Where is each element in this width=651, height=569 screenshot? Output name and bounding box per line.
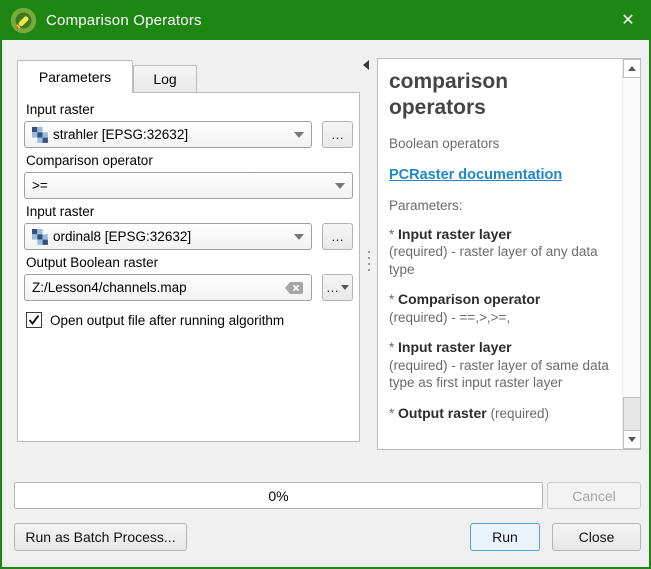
run-as-batch-button[interactable]: Run as Batch Process... <box>14 523 187 551</box>
help-panel: comparison operators Boolean operators P… <box>377 58 641 450</box>
triangle-down-icon <box>628 437 636 442</box>
help-item: * Output raster (required) <box>389 404 549 421</box>
scroll-up-button[interactable] <box>623 59 641 78</box>
help-item: * Comparison operator (required) - ==,>,… <box>389 290 541 325</box>
input-raster-1-label: Input raster <box>26 102 95 117</box>
splitter-collapse-icon[interactable] <box>363 60 369 70</box>
input-raster-1-select[interactable]: strahler [EPSG:32632] <box>24 121 312 148</box>
input-raster-1-browse-button[interactable]: … <box>322 121 353 148</box>
check-icon <box>28 314 40 325</box>
triangle-up-icon <box>628 66 636 71</box>
window-title: Comparison Operators <box>46 11 202 29</box>
cancel-button[interactable]: Cancel <box>547 482 641 509</box>
raster-layer-icon <box>32 126 48 143</box>
parameters-panel: Input raster strahler [EPSG:32632] … Com… <box>17 92 360 442</box>
chevron-down-icon <box>294 131 304 138</box>
raster-layer-icon <box>32 228 48 245</box>
progress-label: 0% <box>268 487 289 504</box>
input-raster-2-label: Input raster <box>26 204 95 219</box>
close-button[interactable]: ✕ <box>605 0 649 40</box>
tab-log[interactable]: Log <box>133 65 197 93</box>
help-item: * Input raster layer (required) - raster… <box>389 225 598 277</box>
comparison-operator-label: Comparison operator <box>26 153 153 168</box>
scrollbar-thumb[interactable] <box>623 397 641 431</box>
dialog-window: Comparison Operators ✕ Parameters Log In… <box>0 0 651 569</box>
tab-parameters[interactable]: Parameters <box>17 60 133 93</box>
scroll-down-button[interactable] <box>623 430 641 449</box>
help-subtitle: Boolean operators <box>389 135 500 151</box>
pcraster-documentation-link[interactable]: PCRaster documentation <box>389 167 562 183</box>
help-content: comparison operators Boolean operators P… <box>378 59 622 449</box>
output-raster-label: Output Boolean raster <box>26 255 159 270</box>
input-raster-2-browse-button[interactable]: … <box>322 223 353 250</box>
clear-text-icon[interactable] <box>284 281 304 295</box>
help-scrollbar[interactable] <box>622 59 641 449</box>
progress-bar: 0% <box>14 482 543 509</box>
input-raster-2-select[interactable]: ordinal8 [EPSG:32632] <box>24 223 312 250</box>
open-output-checkbox-row[interactable]: Open output file after running algorithm <box>26 312 351 328</box>
run-button[interactable]: Run <box>470 523 540 551</box>
chevron-down-icon <box>335 182 345 189</box>
chevron-down-icon <box>294 233 304 240</box>
output-path-field <box>24 274 312 301</box>
comparison-operator-select[interactable]: >= <box>24 172 353 199</box>
output-browse-button[interactable]: … <box>322 274 353 301</box>
input-raster-2-value: ordinal8 [EPSG:32632] <box>53 229 192 244</box>
close-icon: ✕ <box>621 12 635 29</box>
titlebar: Comparison Operators ✕ <box>2 0 649 40</box>
qgis-logo-icon <box>10 7 37 33</box>
close-dialog-button[interactable]: Close <box>552 523 641 551</box>
chevron-down-icon <box>341 285 349 290</box>
help-title: comparison operators <box>389 70 509 120</box>
open-output-checkbox[interactable] <box>26 312 42 328</box>
open-output-checkbox-label: Open output file after running algorithm <box>50 312 285 328</box>
input-raster-1-value: strahler [EPSG:32632] <box>53 127 189 142</box>
help-item: * Input raster layer (required) - raster… <box>389 339 609 391</box>
comparison-operator-value: >= <box>32 178 48 193</box>
help-parameters-heading: Parameters: <box>389 197 463 213</box>
splitter-handle[interactable] <box>368 251 370 271</box>
output-path-input[interactable] <box>32 280 284 295</box>
